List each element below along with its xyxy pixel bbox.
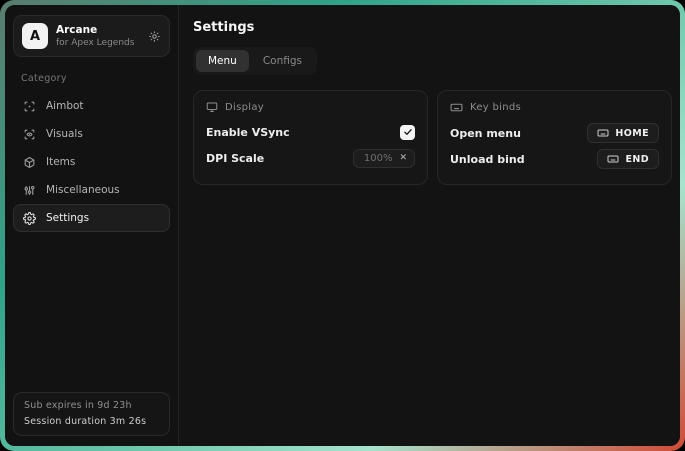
unload-bind-key: END (625, 154, 649, 165)
eye-icon (23, 128, 36, 141)
vsync-checkbox[interactable] (400, 125, 415, 140)
keyboard-icon (607, 153, 619, 165)
dpi-scale-input[interactable]: 100% ✕ (353, 149, 415, 168)
display-card-title: Display (225, 102, 264, 113)
sidebar-item-aimbot[interactable]: Aimbot (13, 92, 170, 120)
sidebar-item-label: Aimbot (46, 100, 84, 112)
clear-icon[interactable]: ✕ (399, 154, 407, 163)
keyboard-icon (450, 101, 463, 114)
brand-card: A Arcane for Apex Legends (13, 15, 170, 57)
main-panel: Settings Menu Configs Display (179, 5, 680, 446)
unload-bind-keybind[interactable]: END (597, 149, 659, 169)
display-card-header: Display (206, 101, 415, 113)
settings-cards: Display Enable VSync DPI Scale (193, 90, 672, 185)
keyboard-icon (597, 127, 609, 139)
unload-bind-row: Unload bind END (450, 146, 659, 172)
session-duration-text: Session duration 3m 26s (24, 416, 159, 427)
dpi-scale-value: 100% (364, 153, 393, 164)
keybinds-card-header: Key binds (450, 101, 659, 114)
crosshair-icon (23, 100, 36, 113)
dpi-scale-row: DPI Scale 100% ✕ (206, 145, 415, 171)
avatar: A (22, 23, 48, 49)
keybinds-card-title: Key binds (470, 102, 521, 113)
unload-bind-label: Unload bind (450, 153, 525, 166)
gear-icon[interactable] (148, 30, 161, 43)
open-menu-key: HOME (615, 128, 649, 139)
sidebar-spacer (13, 232, 170, 392)
brand-name: Arcane (56, 24, 140, 36)
open-menu-keybind[interactable]: HOME (587, 123, 659, 143)
sub-expires-text: Sub expires in 9d 23h (24, 400, 159, 411)
sliders-icon (23, 184, 36, 197)
app-window: A Arcane for Apex Legends Category (5, 5, 680, 446)
vsync-label: Enable VSync (206, 126, 290, 139)
vsync-row: Enable VSync (206, 119, 415, 145)
monitor-icon (206, 101, 218, 113)
tab-bar: Menu Configs (193, 47, 317, 75)
sidebar-item-label: Miscellaneous (46, 184, 120, 196)
open-menu-row: Open menu HOME (450, 120, 659, 146)
sidebar-item-visuals[interactable]: Visuals (13, 120, 170, 148)
sidebar: A Arcane for Apex Legends Category (5, 5, 179, 446)
brand-text: Arcane for Apex Legends (56, 24, 140, 48)
open-menu-label: Open menu (450, 127, 521, 140)
sidebar-item-items[interactable]: Items (13, 148, 170, 176)
sidebar-nav: Aimbot Visuals (13, 92, 170, 232)
sidebar-item-label: Items (46, 156, 75, 168)
category-label: Category (21, 73, 162, 84)
dpi-scale-label: DPI Scale (206, 152, 264, 165)
sidebar-item-settings[interactable]: Settings (13, 204, 170, 232)
gear-icon (23, 212, 36, 225)
page-title: Settings (193, 20, 672, 35)
window-frame: A Arcane for Apex Legends Category (0, 0, 685, 451)
subscription-card: Sub expires in 9d 23h Session duration 3… (13, 392, 170, 436)
display-card: Display Enable VSync DPI Scale (193, 90, 428, 185)
sidebar-item-miscellaneous[interactable]: Miscellaneous (13, 176, 170, 204)
tab-configs[interactable]: Configs (251, 50, 314, 72)
keybinds-card: Key binds Open menu HOME (437, 90, 672, 185)
brand-subtitle: for Apex Legends (56, 38, 140, 48)
cube-icon (23, 156, 36, 169)
sidebar-item-label: Settings (46, 212, 89, 224)
sidebar-item-label: Visuals (46, 128, 83, 140)
tab-menu[interactable]: Menu (196, 50, 249, 72)
